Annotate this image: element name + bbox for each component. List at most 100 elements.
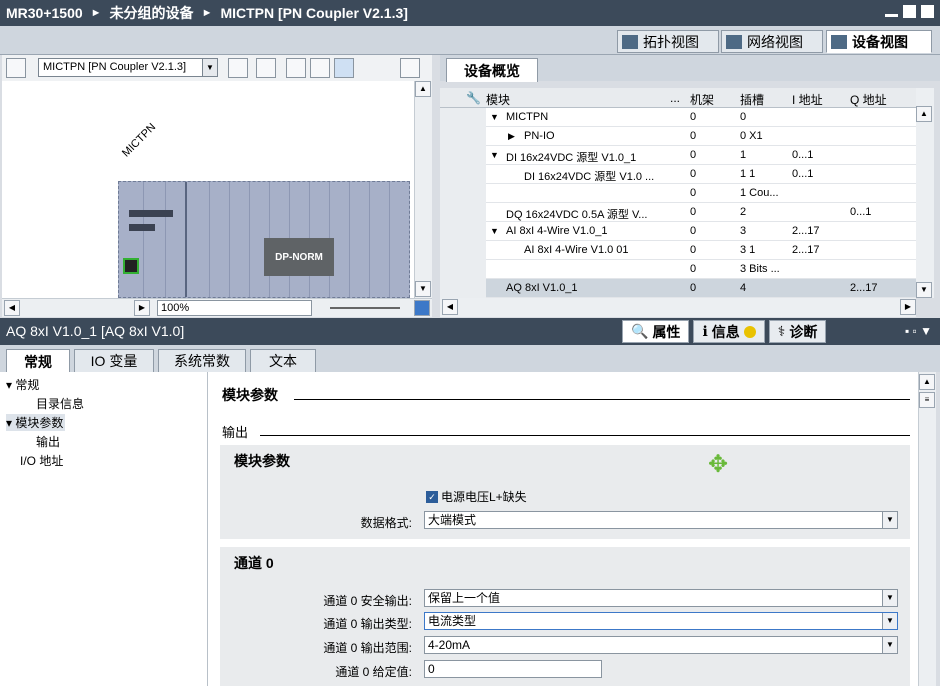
overview-icon[interactable] [414,300,430,316]
column-header[interactable]: ... [670,91,680,105]
table-row[interactable]: ▼ AI 8xI 4-Wire V1.0_1 0 3 2...17 [440,222,916,241]
chevron-down-icon[interactable]: ▼ [882,512,897,528]
properties-icon: 🔍 [631,323,649,339]
module-parameters-panel: 模块参数 ✥ ✓ 电源电压L+缺失 数据格式: 大端模式 ▼ [220,445,910,539]
properties-content: 模块参数 输出 模块参数 ✥ ✓ 电源电压L+缺失 数据格式: 大端模式 ▼ 通… [208,372,918,686]
scroll-up-icon[interactable]: ▲ [919,374,935,390]
expand-right-icon[interactable]: ▶ [508,131,515,142]
table-vertical-scrollbar[interactable]: ▲ ▼ [916,88,934,298]
table-row[interactable]: DQ 16x24VDC 0.5A 源型 V... 0 2 0...1 [440,203,916,222]
zoom-slider[interactable] [330,307,400,309]
tab-label: 网络视图 [747,33,803,50]
tab-device-overview[interactable]: 设备概览 [446,58,538,82]
scroll-right-icon[interactable]: ▶ [134,300,150,316]
power-supply-checkbox[interactable]: ✓ 电源电压L+缺失 [426,488,527,505]
scroll-left-icon[interactable]: ◀ [442,299,458,315]
table-row[interactable]: 0 1 Cou... [440,184,916,203]
column-header[interactable]: I 地址 [792,91,823,108]
nav-output[interactable]: 输出 [36,433,60,450]
device-select[interactable]: MICTPN [PN Coupler V2.1.3] ▼ [38,58,218,77]
scroll-down-icon[interactable]: ▼ [916,282,932,298]
column-header[interactable]: 模块 [486,91,510,108]
column-header[interactable]: 插槽 [740,91,764,108]
table-row[interactable]: ▼ DI 16x24VDC 源型 V1.0_1 0 1 0...1 [440,146,916,165]
port-icon[interactable] [123,258,139,274]
rack[interactable]: DP-NORM [118,181,410,298]
scroll-down-icon[interactable]: ▼ [415,281,431,297]
layout-icon[interactable] [228,58,248,78]
data-format-select[interactable]: 大端模式 ▼ [424,511,898,529]
output-type-select[interactable]: 电流类型 ▼ [424,612,898,630]
device-canvas[interactable]: MICTPN DP-NORM [2,81,414,298]
table-cell: 0...1 [850,206,872,218]
table-row[interactable]: ▼ MICTPN 0 0 [440,108,916,127]
output-type-value: 电流类型 [428,614,477,628]
table-icon[interactable] [334,58,354,78]
tab-device-view[interactable]: 设备视图 [826,30,932,53]
properties-vertical-scrollbar[interactable]: ▲ ≡ [918,372,936,686]
scroll-menu-icon[interactable]: ≡ [919,392,935,408]
column-header[interactable]: 机架 [690,91,714,108]
chevron-down-icon[interactable]: ▼ [202,59,217,76]
table-cell: 0...1 [792,168,814,180]
pen-icon[interactable] [286,58,306,78]
title-bar: MR30+1500 ► 未分组的设备 ► MICTPN [PN Coupler … [0,0,940,26]
tab-diagnostics[interactable]: ⚕ 诊断 [768,320,827,343]
panel-controls-icon[interactable]: ▪ ▫ ▼ [905,324,932,338]
output-range-select[interactable]: 4-20mA ▼ [424,636,898,654]
tab-properties[interactable]: 🔍 属性 [622,320,690,343]
nav-io-address[interactable]: I/O 地址 [20,452,63,469]
chevron-down-icon[interactable]: ▼ [882,637,897,653]
table-row[interactable]: AQ 8xI V1.0_1 0 4 2...17 [440,279,916,298]
breadcrumb-project[interactable]: MR30+1500 [6,5,83,21]
table-row[interactable]: AI 8xI 4-Wire V1.0 01 0 3 1 2...17 [440,241,916,260]
expand-down-icon[interactable]: ▼ [490,226,499,236]
subtab-system-constants[interactable]: 系统常数 [158,349,246,373]
filter-icon[interactable]: 🔧 [466,91,481,105]
setpoint-input[interactable]: 0 [424,660,602,678]
scroll-left-icon[interactable]: ◀ [4,300,20,316]
tab-topology-view[interactable]: 拓扑视图 [617,30,719,53]
table-cell: 0...1 [792,149,814,161]
checkbox-icon[interactable]: ✓ [426,490,438,503]
subtab-general[interactable]: 常规 [6,349,70,373]
nav-module-parameters[interactable]: ▾ 模块参数 [6,414,66,431]
scroll-up-icon[interactable]: ▲ [916,106,932,122]
properties-subtab-bar: 常规 IO 变量 系统常数 文本 [0,345,940,373]
grid-icon[interactable] [310,58,330,78]
network-tool-icon[interactable] [6,58,26,78]
chevron-down-icon[interactable]: ▼ [882,590,897,606]
scroll-up-icon[interactable]: ▲ [415,81,431,97]
nav-catalog-info[interactable]: 目录信息 [36,395,84,412]
table-cell: 0 [690,187,697,199]
expand-down-icon[interactable]: ▼ [490,112,499,122]
column-header[interactable]: Q 地址 [850,91,887,108]
scroll-right-icon[interactable]: ▶ [900,299,916,315]
chevron-down-icon[interactable]: ▼ [882,613,897,629]
subtab-io-tags[interactable]: IO 变量 [74,349,154,373]
expand-down-icon[interactable]: ▼ [490,150,499,160]
move-icon[interactable]: ✥ [708,453,728,477]
table-cell: 1 1 [740,168,756,180]
minimize-icon[interactable] [885,14,898,17]
subtab-texts[interactable]: 文本 [250,349,316,373]
table-row[interactable]: ▶ PN-IO 0 0 X1 [440,127,916,146]
tab-network-view[interactable]: 网络视图 [721,30,823,53]
table-cell: PN-IO [524,130,555,142]
nav-general[interactable]: ▾ 常规 [6,376,39,393]
table-row[interactable]: DI 16x24VDC 源型 V1.0 ... 0 1 1 0...1 [440,165,916,184]
close-icon[interactable] [921,5,934,18]
tab-info[interactable]: ℹ 信息 [693,320,765,343]
restore-icon[interactable] [903,5,916,18]
breadcrumb-device[interactable]: MICTPN [PN Coupler V2.1.3] [220,5,407,21]
canvas-vertical-scrollbar[interactable]: ▲ ▼ [414,81,432,298]
table-row[interactable]: 0 3 Bits ... [440,260,916,279]
breadcrumb-group[interactable]: 未分组的设备 [110,3,194,23]
table-cell: 3 1 [740,244,756,256]
device-overview-table: 🔧 模块... 机架 插槽 I 地址 Q 地址 ▼ MICTPN 0 0 ▶ PN-IO 0 0 X1 ▼ D… [440,88,916,298]
panel-toggle-icon[interactable] [400,58,420,78]
zoom-select[interactable]: 100% [157,300,312,316]
name-icon[interactable] [256,58,276,78]
dp-module[interactable]: DP-NORM [264,238,334,276]
safe-output-select[interactable]: 保留上一个值 ▼ [424,589,898,607]
